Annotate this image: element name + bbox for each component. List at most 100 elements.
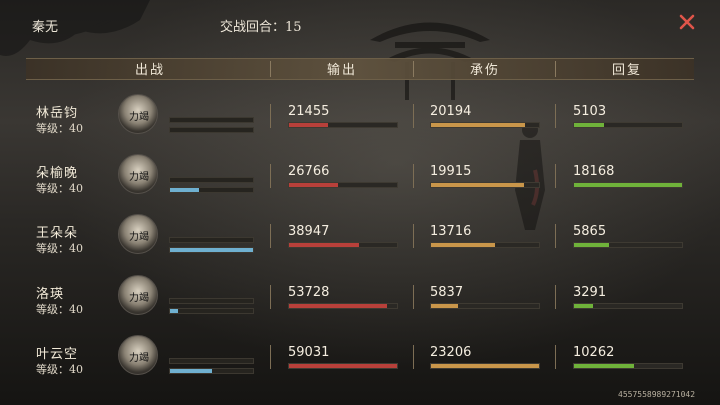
character-row: 叶云空 等级：40 力竭 59031 23206 10262 — [26, 335, 694, 397]
taken-bar-fill — [431, 123, 525, 127]
damage-bar — [288, 242, 398, 248]
character-row: 林岳钧 等级：40 力竭 21455 20194 5103 — [26, 94, 694, 156]
status-bar-secondary-fill — [170, 188, 200, 192]
heal-bar — [573, 303, 683, 309]
header-divider — [555, 61, 556, 77]
close-icon[interactable] — [678, 13, 696, 31]
row-divider — [555, 164, 556, 188]
status-bar-primary — [169, 177, 254, 183]
heal-value: 5103 — [573, 104, 607, 119]
heal-value: 3291 — [573, 285, 607, 300]
damage-bar-fill — [289, 364, 397, 368]
taken-value: 23206 — [430, 345, 472, 360]
damage-bar — [288, 122, 398, 128]
damage-value: 26766 — [288, 164, 330, 179]
character-level: 等级：40 — [36, 122, 83, 135]
row-divider — [270, 104, 271, 128]
character-portrait[interactable]: 力竭 — [118, 335, 158, 375]
exhausted-label: 力竭 — [129, 112, 149, 123]
status-bar-secondary — [169, 308, 254, 314]
row-divider — [270, 345, 271, 369]
row-divider — [270, 164, 271, 188]
taken-value: 5837 — [430, 285, 464, 300]
session-id: 4557558989271042 — [618, 390, 696, 399]
heal-bar-fill — [574, 304, 594, 308]
row-divider — [555, 345, 556, 369]
damage-value: 21455 — [288, 104, 330, 119]
column-header-heal: 回复 — [611, 63, 642, 78]
taken-bar-fill — [431, 364, 539, 368]
taken-bar — [430, 303, 540, 309]
status-bar-secondary — [169, 247, 254, 253]
character-portrait[interactable]: 力竭 — [118, 154, 158, 194]
heal-bar — [573, 122, 683, 128]
character-name: 朵榆晚 — [36, 166, 79, 181]
exhausted-label: 力竭 — [129, 293, 149, 304]
character-level: 等级：40 — [36, 182, 83, 195]
row-divider — [555, 104, 556, 128]
row-divider — [270, 224, 271, 248]
row-divider — [555, 224, 556, 248]
heal-bar-fill — [574, 123, 605, 127]
status-bar-primary — [169, 237, 254, 243]
character-row: 王朵朵 等级：40 力竭 38947 13716 5865 — [26, 214, 694, 276]
character-row: 朵榆晚 等级：40 力竭 26766 19915 18168 — [26, 154, 694, 216]
row-divider — [270, 285, 271, 309]
exhausted-label: 力竭 — [129, 353, 149, 364]
status-bar-primary — [169, 358, 254, 364]
taken-bar — [430, 242, 540, 248]
status-bar-primary — [169, 117, 254, 123]
damage-bar-fill — [289, 123, 328, 127]
row-divider — [555, 285, 556, 309]
character-portrait[interactable]: 力竭 — [118, 275, 158, 315]
character-name: 叶云空 — [36, 347, 79, 362]
status-bar-secondary — [169, 187, 254, 193]
row-divider — [413, 285, 414, 309]
heal-bar — [573, 182, 683, 188]
row-divider — [413, 164, 414, 188]
character-level: 等级：40 — [36, 363, 83, 376]
character-portrait[interactable]: 力竭 — [118, 214, 158, 254]
heal-value: 10262 — [573, 345, 615, 360]
column-header-taken: 承伤 — [469, 63, 500, 78]
exhausted-label: 力竭 — [129, 172, 149, 183]
row-divider — [413, 104, 414, 128]
taken-bar — [430, 122, 540, 128]
character-level: 等级：40 — [36, 303, 83, 316]
character-name: 林岳钧 — [36, 106, 79, 121]
heal-bar-fill — [574, 364, 635, 368]
taken-value: 13716 — [430, 224, 472, 239]
row-divider — [413, 224, 414, 248]
damage-value: 38947 — [288, 224, 330, 239]
taken-value: 19915 — [430, 164, 472, 179]
taken-bar-fill — [431, 243, 495, 247]
heal-value: 18168 — [573, 164, 615, 179]
taken-value: 20194 — [430, 104, 472, 119]
player-name: 秦无 — [32, 20, 59, 35]
status-bar-primary — [169, 298, 254, 304]
damage-bar — [288, 303, 398, 309]
heal-bar — [573, 242, 683, 248]
heal-bar-fill — [574, 243, 609, 247]
column-header-damage: 输出 — [326, 63, 357, 78]
taken-bar-fill — [431, 183, 524, 187]
column-header-fighter: 出战 — [134, 63, 165, 78]
status-bar-secondary — [169, 368, 254, 374]
damage-bar — [288, 182, 398, 188]
damage-bar-fill — [289, 304, 388, 308]
taken-bar — [430, 363, 540, 369]
row-divider — [413, 345, 414, 369]
status-bar-secondary — [169, 127, 254, 133]
character-name: 洛瑛 — [36, 287, 65, 302]
battle-round-count: 交战回合：15 — [220, 20, 302, 35]
top-bar: 秦无 交战回合：15 — [0, 0, 720, 48]
header-divider — [413, 61, 414, 77]
character-row: 洛瑛 等级：40 力竭 53728 5837 3291 — [26, 275, 694, 337]
heal-value: 5865 — [573, 224, 607, 239]
damage-value: 59031 — [288, 345, 330, 360]
character-portrait[interactable]: 力竭 — [118, 94, 158, 134]
damage-bar-fill — [289, 243, 360, 247]
status-bar-secondary-fill — [170, 369, 212, 373]
status-bar-secondary-fill — [170, 309, 179, 313]
header-divider — [270, 61, 271, 77]
